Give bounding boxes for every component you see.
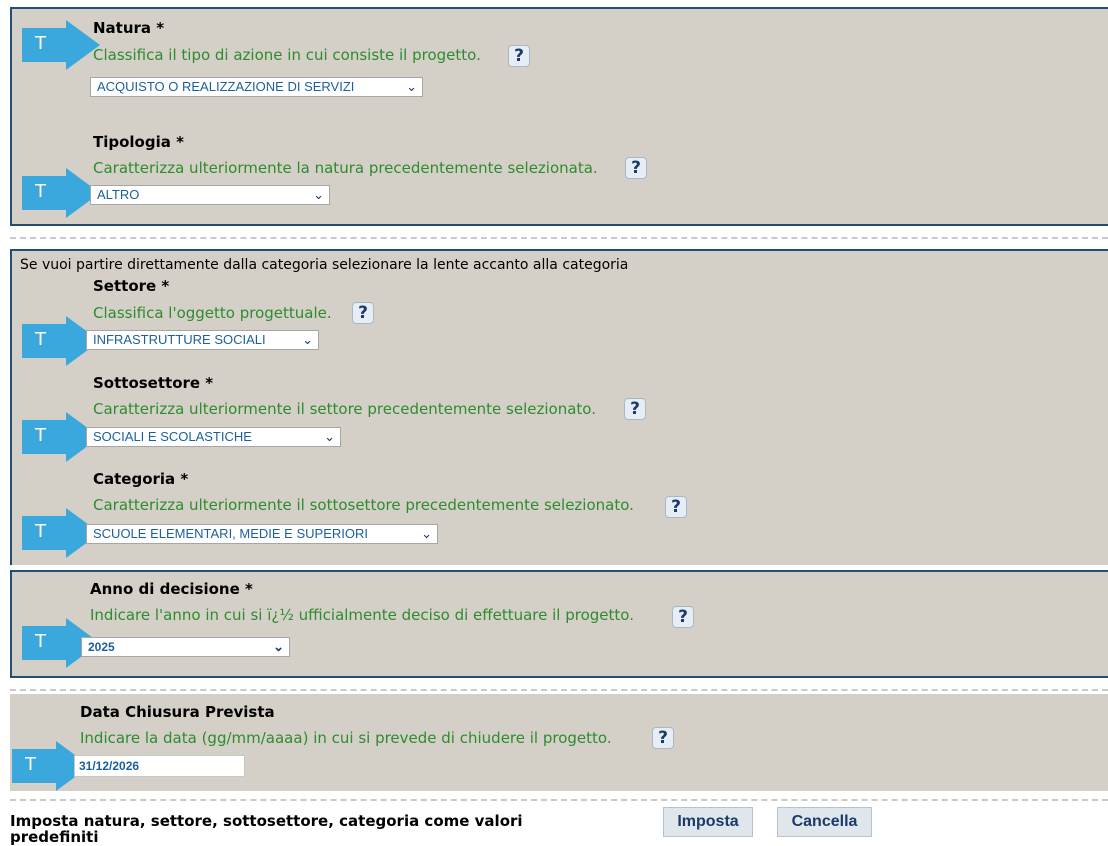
dashed-separator bbox=[10, 237, 1108, 239]
chevron-down-icon: ⌄ bbox=[324, 429, 335, 444]
categoria-title: Categoria * bbox=[93, 470, 189, 488]
sottosettore-selected-value: SOCIALI E SCOLASTICHE bbox=[93, 429, 252, 444]
dashed-separator bbox=[10, 689, 1108, 691]
sottosettore-title: Sottosettore * bbox=[93, 374, 214, 392]
t-marker: T bbox=[35, 425, 46, 446]
tipologia-selected-value: ALTRO bbox=[97, 187, 140, 202]
t-marker: T bbox=[35, 329, 46, 350]
imposta-button[interactable]: Imposta bbox=[663, 807, 753, 837]
categoria-description: Caratterizza ulteriormente il sottosetto… bbox=[93, 496, 634, 514]
t-marker: T bbox=[35, 33, 46, 54]
sottosettore-description: Caratterizza ulteriormente il settore pr… bbox=[93, 400, 596, 418]
t-marker: T bbox=[35, 181, 46, 202]
natura-help-button[interactable]: ? bbox=[508, 45, 530, 67]
t-marker: T bbox=[25, 754, 36, 775]
categoria-selected-value: SCUOLE ELEMENTARI, MEDIE E SUPERIORI bbox=[93, 526, 368, 541]
natura-title: Natura * bbox=[93, 19, 165, 37]
t-marker: T bbox=[35, 521, 46, 542]
settore-help-button[interactable]: ? bbox=[352, 302, 374, 324]
chevron-down-icon: ⌄ bbox=[302, 332, 313, 347]
settore-select[interactable]: INFRASTRUTTURE SOCIALI ⌄ bbox=[86, 330, 319, 350]
sottosettore-select[interactable]: SOCIALI E SCOLASTICHE ⌄ bbox=[86, 427, 341, 447]
data-chiusura-field[interactable]: 31/12/2026 bbox=[74, 755, 245, 777]
default-values-label: Imposta natura, settore, sottosettore, c… bbox=[10, 812, 523, 846]
tipologia-description: Caratterizza ulteriormente la natura pre… bbox=[93, 159, 598, 177]
data-chiusura-help-button[interactable]: ? bbox=[652, 727, 674, 749]
data-chiusura-title: Data Chiusura Prevista bbox=[80, 703, 275, 721]
settore-title: Settore * bbox=[93, 277, 170, 295]
dashed-separator bbox=[10, 799, 1108, 801]
anno-help-button[interactable]: ? bbox=[672, 606, 694, 628]
t-marker: T bbox=[35, 631, 46, 652]
anno-description: Indicare l'anno in cui si ï¿½ ufficialme… bbox=[90, 606, 634, 624]
category-search-hint: Se vuoi partire direttamente dalla categ… bbox=[20, 257, 629, 273]
settore-description: Classifica l'oggetto progettuale. bbox=[93, 304, 332, 322]
chevron-down-icon: ⌄ bbox=[406, 79, 417, 94]
data-chiusura-description: Indicare la data (gg/mm/aaaa) in cui si … bbox=[80, 729, 612, 747]
categoria-help-button[interactable]: ? bbox=[665, 496, 687, 518]
natura-selected-value: ACQUISTO O REALIZZAZIONE DI SERVIZI bbox=[97, 79, 355, 94]
settore-selected-value: INFRASTRUTTURE SOCIALI bbox=[93, 332, 266, 347]
cancella-button[interactable]: Cancella bbox=[777, 807, 872, 837]
anno-selected-value: 2025 bbox=[88, 640, 115, 654]
chevron-down-icon: ⌄ bbox=[313, 187, 324, 202]
tipologia-title: Tipologia * bbox=[93, 133, 184, 151]
natura-select[interactable]: ACQUISTO O REALIZZAZIONE DI SERVIZI ⌄ bbox=[90, 77, 423, 97]
natura-description: Classifica il tipo di azione in cui cons… bbox=[93, 46, 481, 64]
chevron-down-icon: ⌄ bbox=[273, 639, 284, 654]
sottosettore-help-button[interactable]: ? bbox=[624, 398, 646, 420]
tipologia-help-button[interactable]: ? bbox=[625, 157, 647, 179]
anno-select[interactable]: 2025 ⌄ bbox=[81, 637, 290, 657]
tipologia-select[interactable]: ALTRO ⌄ bbox=[90, 185, 330, 205]
t-arrow-icon bbox=[22, 20, 102, 70]
categoria-select[interactable]: SCUOLE ELEMENTARI, MEDIE E SUPERIORI ⌄ bbox=[86, 524, 438, 544]
chevron-down-icon: ⌄ bbox=[421, 526, 432, 541]
anno-title: Anno di decisione * bbox=[90, 580, 253, 598]
